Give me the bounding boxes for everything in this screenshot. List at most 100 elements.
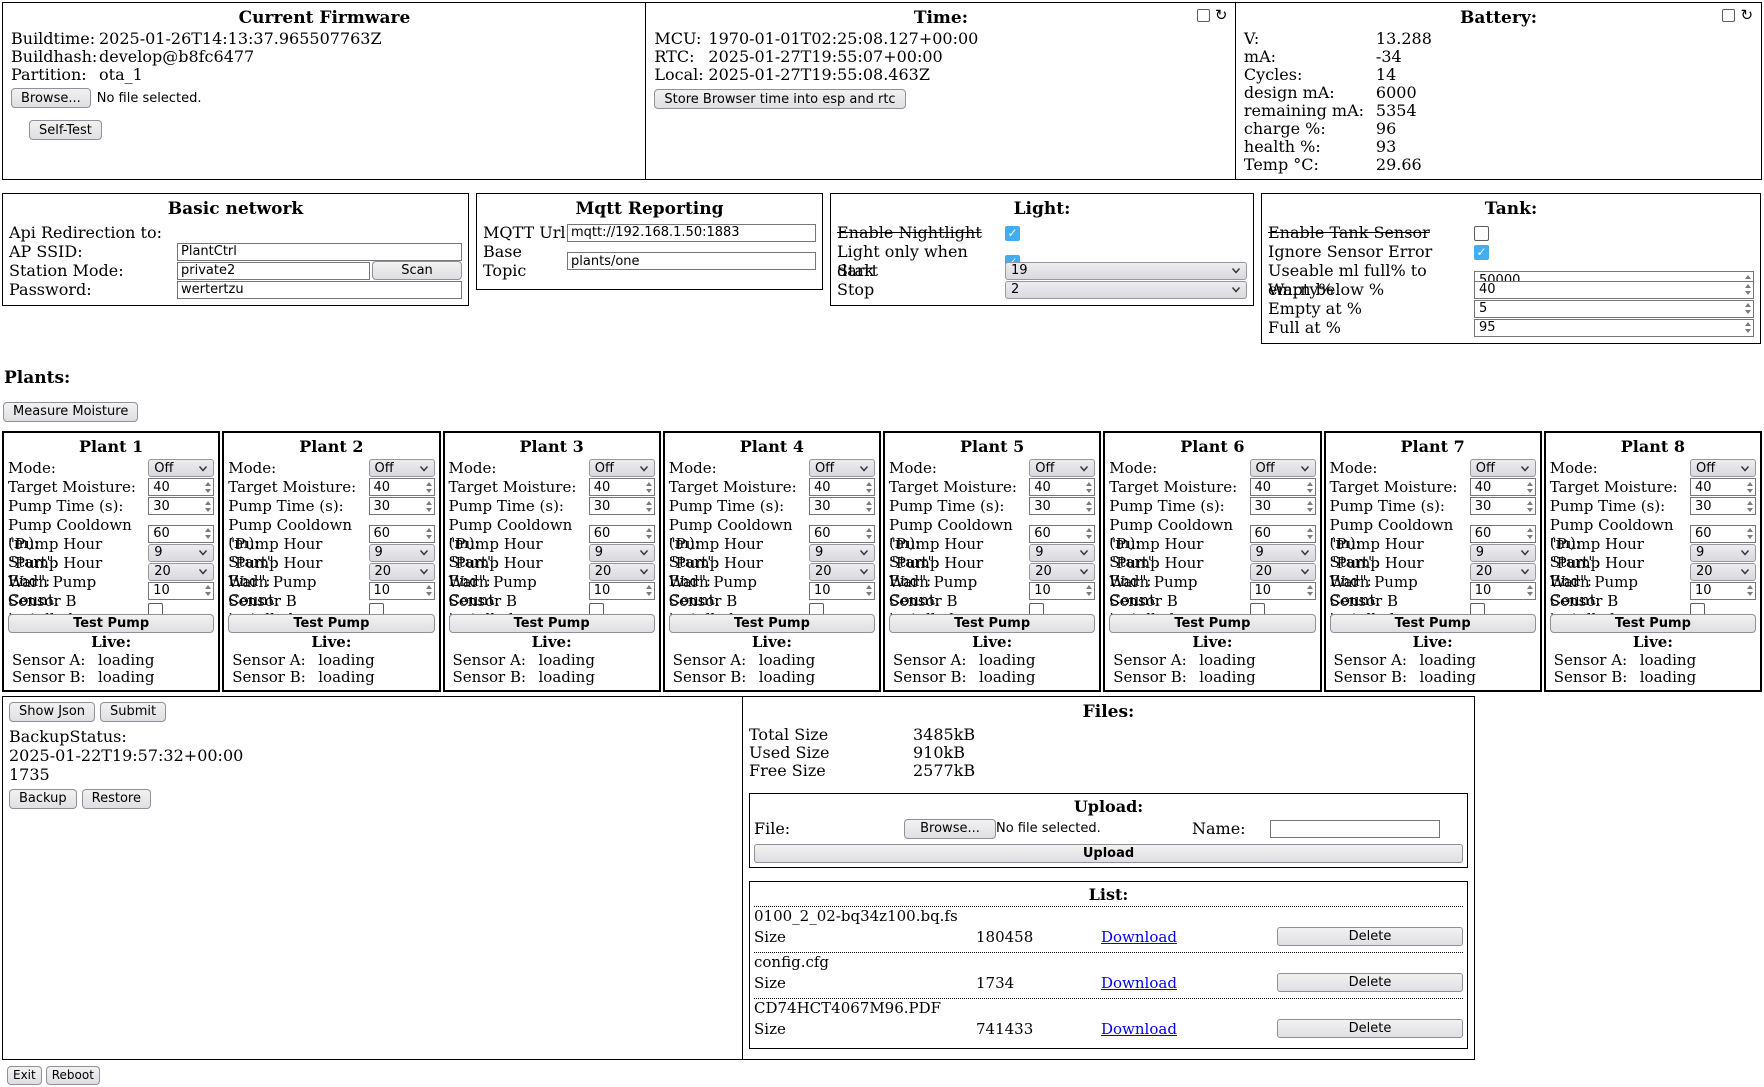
plant-8-pump-hour-end-select[interactable]: 20 — [1690, 563, 1756, 581]
number-spinner[interactable] — [1086, 501, 1092, 512]
plant-4-warn-pump-count-input[interactable]: 10 — [809, 582, 875, 600]
scan-button[interactable]: Scan — [372, 261, 462, 280]
number-spinner[interactable] — [866, 482, 872, 493]
plant-5-warn-pump-count-input[interactable]: 10 — [1029, 582, 1095, 600]
plant-7-pump-hour-start-select[interactable]: 9 — [1470, 544, 1536, 562]
station-mode-input[interactable] — [177, 262, 370, 280]
plant-6-pump-time-input[interactable]: 30 — [1250, 497, 1316, 515]
number-spinner[interactable] — [1307, 501, 1313, 512]
number-spinner[interactable] — [1307, 528, 1313, 539]
plant-1-target-moisture-input[interactable]: 40 — [148, 478, 214, 496]
plant-8-pump-cooldown-input[interactable]: 60 — [1690, 525, 1756, 543]
download-link[interactable]: Download — [1101, 928, 1277, 946]
number-spinner[interactable] — [1747, 585, 1753, 596]
plant-4-pump-hour-start-select[interactable]: 9 — [809, 544, 875, 562]
number-spinner[interactable] — [1745, 284, 1751, 295]
plant-2-warn-pump-count-input[interactable]: 10 — [369, 582, 435, 600]
tank-empty-at-input[interactable]: 5 — [1474, 300, 1754, 318]
battery-auto-refresh-checkbox[interactable] — [1722, 9, 1735, 22]
password-input[interactable] — [177, 281, 462, 299]
plant-3-warn-pump-count-input[interactable]: 10 — [589, 582, 655, 600]
number-spinner[interactable] — [426, 585, 432, 596]
plant-5-pump-hour-start-select[interactable]: 9 — [1029, 544, 1095, 562]
plant-3-test-pump-button[interactable]: Test Pump — [449, 614, 655, 633]
plant-8-test-pump-button[interactable]: Test Pump — [1550, 614, 1756, 633]
plant-5-target-moisture-input[interactable]: 40 — [1029, 478, 1095, 496]
plant-6-target-moisture-input[interactable]: 40 — [1250, 478, 1316, 496]
mqtt-url-input[interactable] — [567, 224, 816, 242]
enable-tank-sensor-checkbox[interactable] — [1474, 226, 1489, 241]
plant-5-test-pump-button[interactable]: Test Pump — [889, 614, 1095, 633]
plant-6-warn-pump-count-input[interactable]: 10 — [1250, 582, 1316, 600]
light-start-select[interactable]: 19 — [1005, 262, 1247, 280]
download-link[interactable]: Download — [1101, 1020, 1277, 1038]
plant-4-pump-time-input[interactable]: 30 — [809, 497, 875, 515]
ap-ssid-input[interactable] — [177, 243, 462, 261]
number-spinner[interactable] — [1747, 501, 1753, 512]
number-spinner[interactable] — [426, 528, 432, 539]
download-link[interactable]: Download — [1101, 974, 1277, 992]
number-spinner[interactable] — [1307, 585, 1313, 596]
plant-5-pump-cooldown-input[interactable]: 60 — [1029, 525, 1095, 543]
self-test-button[interactable]: Self-Test — [29, 120, 102, 140]
submit-button[interactable]: Submit — [100, 702, 166, 722]
plant-4-pump-hour-end-select[interactable]: 20 — [809, 563, 875, 581]
number-spinner[interactable] — [646, 528, 652, 539]
plant-2-pump-cooldown-input[interactable]: 60 — [369, 525, 435, 543]
number-spinner[interactable] — [1527, 528, 1533, 539]
plant-2-test-pump-button[interactable]: Test Pump — [228, 614, 434, 633]
plant-3-mode-select[interactable]: Off — [589, 459, 655, 477]
plant-4-pump-cooldown-input[interactable]: 60 — [809, 525, 875, 543]
plant-8-pump-time-input[interactable]: 30 — [1690, 497, 1756, 515]
plant-1-test-pump-button[interactable]: Test Pump — [8, 614, 214, 633]
number-spinner[interactable] — [205, 482, 211, 493]
number-spinner[interactable] — [866, 528, 872, 539]
plant-5-mode-select[interactable]: Off — [1029, 459, 1095, 477]
plant-4-mode-select[interactable]: Off — [809, 459, 875, 477]
plant-8-pump-hour-start-select[interactable]: 9 — [1690, 544, 1756, 562]
plant-1-pump-cooldown-input[interactable]: 60 — [148, 525, 214, 543]
plant-8-warn-pump-count-input[interactable]: 10 — [1690, 582, 1756, 600]
tank-warn-below-input[interactable]: 40 — [1474, 281, 1754, 299]
number-spinner[interactable] — [866, 501, 872, 512]
delete-button[interactable]: Delete — [1277, 1019, 1463, 1038]
number-spinner[interactable] — [1527, 482, 1533, 493]
plant-2-pump-hour-start-select[interactable]: 9 — [369, 544, 435, 562]
plant-5-pump-hour-end-select[interactable]: 20 — [1029, 563, 1095, 581]
upload-browse-button[interactable]: Browse... — [904, 819, 996, 839]
plant-1-mode-select[interactable]: Off — [148, 459, 214, 477]
plant-3-pump-time-input[interactable]: 30 — [589, 497, 655, 515]
restore-button[interactable]: Restore — [82, 789, 151, 809]
plant-6-mode-select[interactable]: Off — [1250, 459, 1316, 477]
upload-button[interactable]: Upload — [754, 844, 1463, 863]
firmware-browse-button[interactable]: Browse... — [11, 88, 91, 108]
number-spinner[interactable] — [205, 585, 211, 596]
plant-3-target-moisture-input[interactable]: 40 — [589, 478, 655, 496]
plant-8-target-moisture-input[interactable]: 40 — [1690, 478, 1756, 496]
plant-4-test-pump-button[interactable]: Test Pump — [669, 614, 875, 633]
plant-7-test-pump-button[interactable]: Test Pump — [1330, 614, 1536, 633]
number-spinner[interactable] — [1745, 322, 1751, 333]
number-spinner[interactable] — [426, 501, 432, 512]
plant-1-warn-pump-count-input[interactable]: 10 — [148, 582, 214, 600]
plant-6-pump-hour-end-select[interactable]: 20 — [1250, 563, 1316, 581]
enable-nightlight-checkbox[interactable] — [1005, 226, 1020, 241]
plant-7-pump-time-input[interactable]: 30 — [1470, 497, 1536, 515]
number-spinner[interactable] — [646, 501, 652, 512]
number-spinner[interactable] — [1527, 585, 1533, 596]
reboot-button[interactable]: Reboot — [46, 1066, 100, 1085]
plant-1-pump-hour-end-select[interactable]: 20 — [148, 563, 214, 581]
number-spinner[interactable] — [1527, 501, 1533, 512]
plant-2-mode-select[interactable]: Off — [369, 459, 435, 477]
plant-7-pump-hour-end-select[interactable]: 20 — [1470, 563, 1536, 581]
backup-button[interactable]: Backup — [9, 789, 77, 809]
plant-2-target-moisture-input[interactable]: 40 — [369, 478, 435, 496]
time-refresh-icon[interactable]: ↻ — [1215, 9, 1228, 22]
plant-7-target-moisture-input[interactable]: 40 — [1470, 478, 1536, 496]
plant-5-pump-time-input[interactable]: 30 — [1029, 497, 1095, 515]
base-topic-input[interactable] — [567, 252, 816, 270]
number-spinner[interactable] — [205, 528, 211, 539]
upload-name-input[interactable] — [1270, 820, 1440, 838]
time-auto-refresh-checkbox[interactable] — [1197, 9, 1210, 22]
tank-full-at-input[interactable]: 95 — [1474, 319, 1754, 337]
